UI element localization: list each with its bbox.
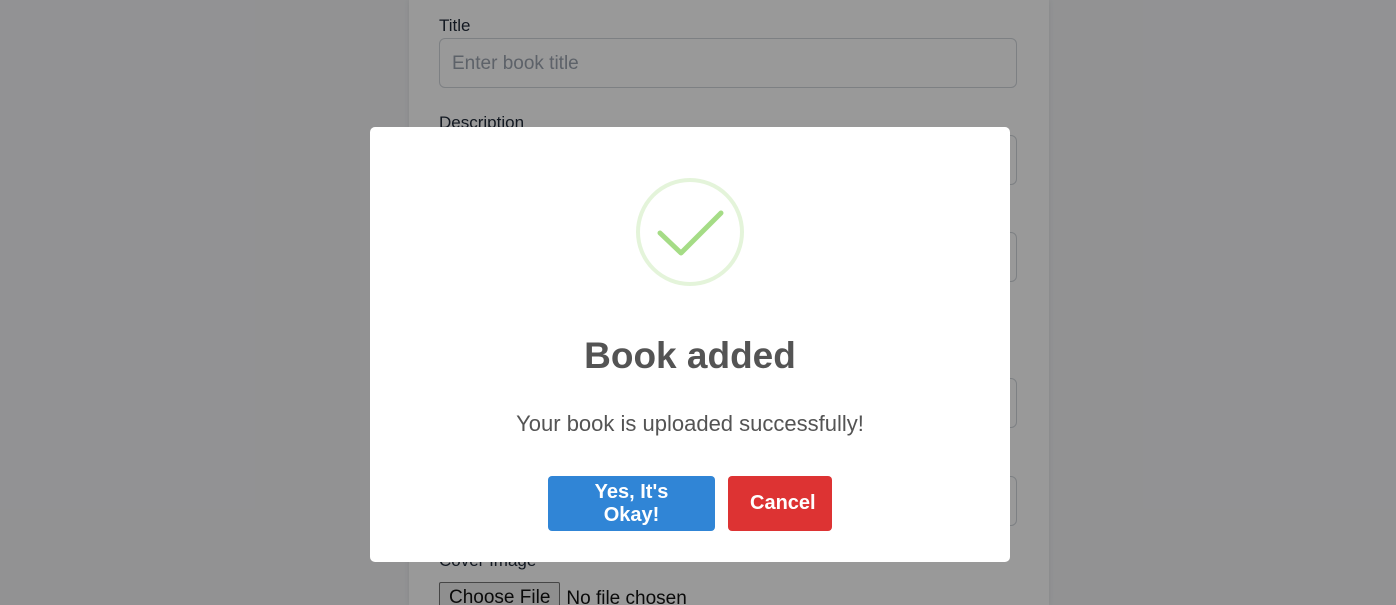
cancel-button[interactable]: Cancel xyxy=(728,476,832,531)
success-dialog: Book added Your book is uploaded success… xyxy=(370,127,1010,562)
dialog-title: Book added xyxy=(584,335,796,376)
check-icon xyxy=(636,178,744,286)
dialog-message: Your book is uploaded successfully! xyxy=(516,411,864,436)
dialog-actions: Yes, It's Okay! Cancel xyxy=(370,476,1010,531)
confirm-button[interactable]: Yes, It's Okay! xyxy=(548,476,715,531)
